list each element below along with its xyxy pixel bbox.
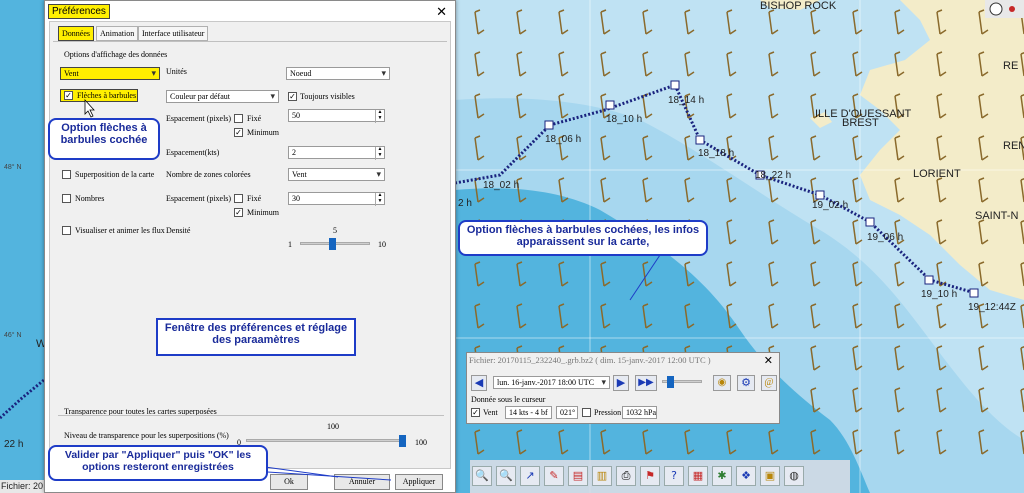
image-icon[interactable]: ▣ <box>760 466 780 486</box>
next-icon[interactable]: ▶ <box>613 375 629 391</box>
file-info-window: Fichier: 20170115_232240_.grb.bz2 ( dim.… <box>466 352 780 424</box>
callout-barbs-checked: Option flèches à barbules cochée <box>48 118 160 160</box>
table-icon[interactable]: ▤ <box>568 466 588 486</box>
close-icon[interactable]: ✕ <box>764 354 773 367</box>
pressure-label: Pression <box>594 408 622 417</box>
date-select[interactable]: lun. 16-janv.-2017 18:00 UTC <box>493 376 610 389</box>
pressure-value: 1032 hPa <box>622 406 657 419</box>
map-icon[interactable]: ▦ <box>688 466 708 486</box>
wind-value: 14 kts - 4 bf <box>505 406 552 419</box>
time-slider[interactable] <box>662 376 702 388</box>
pencil-icon[interactable]: ✎ <box>544 466 564 486</box>
help-icon[interactable]: ? <box>664 466 684 486</box>
at-icon[interactable]: @ <box>761 375 777 391</box>
grid-icon[interactable]: ⎙ <box>616 466 636 486</box>
print-icon[interactable]: ▥ <box>592 466 612 486</box>
prev-icon[interactable]: ◀ <box>471 375 487 391</box>
wind-label: Vent <box>483 408 498 417</box>
callout-map-info: Option flèches à barbules cochées, les i… <box>458 220 708 256</box>
binoculars-icon[interactable]: ◉ <box>713 375 731 391</box>
layers-icon[interactable]: ❖ <box>736 466 756 486</box>
palette-icon[interactable]: ✱ <box>712 466 732 486</box>
zoom-in-icon[interactable]: 🔍 <box>472 466 492 486</box>
route-icon[interactable]: ↗ <box>520 466 540 486</box>
pressure-checkbox[interactable] <box>582 408 591 417</box>
flag-icon[interactable]: ⚑ <box>640 466 660 486</box>
zoom-out-icon[interactable]: 🔍 <box>496 466 516 486</box>
cursor-title: Donnée sous le curseur <box>471 395 546 404</box>
file-title: Fichier: 20170115_232240_.grb.bz2 ( dim.… <box>469 355 711 365</box>
callout-pref-window: Fenêtre des préférences et réglage des p… <box>156 318 356 356</box>
gear-icon[interactable]: ⚙ <box>737 375 755 391</box>
wind-direction: 021° <box>556 406 578 419</box>
time-slider-thumb[interactable] <box>667 376 674 388</box>
fast-forward-icon[interactable]: ▶▶ <box>635 375 657 391</box>
mouse-cursor-icon <box>84 98 95 118</box>
callout-validate: Valider par "Appliquer" puis "OK" les op… <box>48 445 268 481</box>
globe-icon[interactable]: ◍ <box>784 466 804 486</box>
wind-checkbox[interactable]: ✓ <box>471 408 480 417</box>
